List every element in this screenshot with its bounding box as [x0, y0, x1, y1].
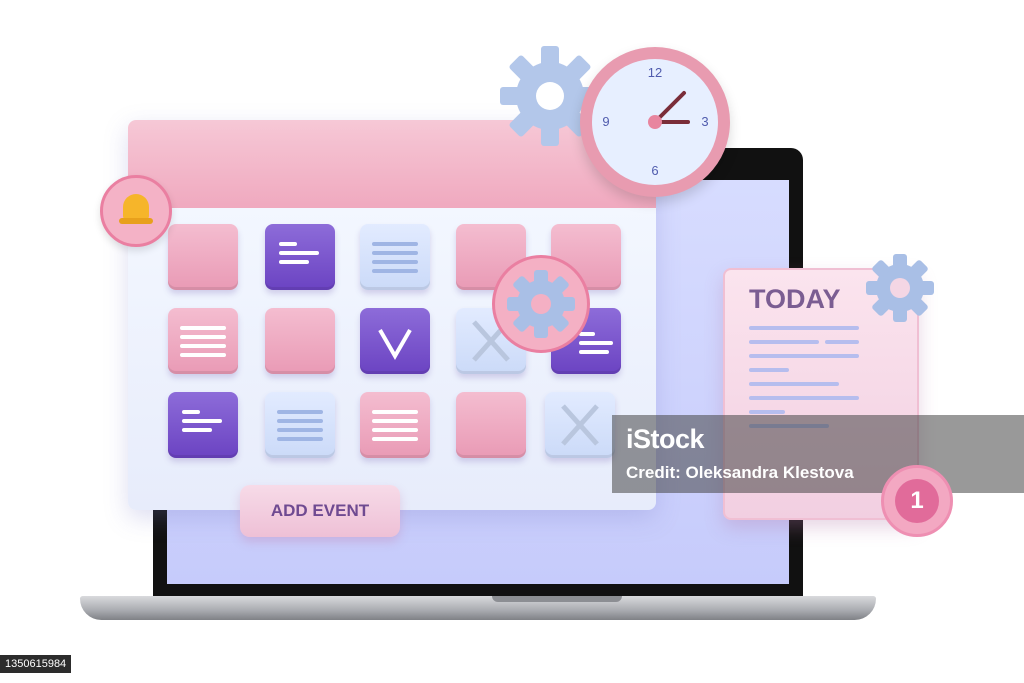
watermark-credit: Credit: Oleksandra Klestova: [626, 463, 854, 482]
calendar-day-tile[interactable]: [265, 308, 335, 374]
notification-count: 1: [895, 479, 939, 523]
today-title: TODAY: [749, 284, 841, 314]
calendar-day-tile[interactable]: [168, 224, 238, 290]
gear-icon: [507, 270, 575, 338]
note-line: [749, 368, 789, 372]
calendar-day-tile[interactable]: [456, 392, 526, 458]
stock-id-label: 1350615984: [0, 655, 72, 673]
laptop-base: [80, 596, 876, 620]
text-lines-icon: [372, 242, 418, 278]
add-event-button[interactable]: ADD EVENT: [240, 485, 400, 537]
text-lines-icon: [182, 410, 222, 437]
text-lines-icon: [579, 332, 613, 359]
calendar-cancel-tile[interactable]: [545, 392, 615, 458]
x-icon: [561, 404, 599, 446]
settings-badge[interactable]: [492, 255, 590, 353]
text-lines-icon: [372, 410, 418, 446]
clock-face: 12 3 6 9: [592, 59, 718, 185]
calendar-event-tile[interactable]: [168, 308, 238, 374]
note-line: [749, 340, 819, 344]
laptop-notch: [492, 596, 622, 602]
notification-count-badge[interactable]: 1: [881, 465, 953, 537]
calendar-event-tile[interactable]: [360, 392, 430, 458]
watermark-banner: iStock Credit: Oleksandra Klestova: [612, 415, 1024, 493]
note-line: [749, 396, 859, 400]
calendar-grid: [128, 208, 656, 510]
notification-bell[interactable]: [100, 175, 172, 247]
note-line: [749, 410, 785, 414]
gear-icon: [866, 254, 934, 322]
bell-icon: [119, 192, 153, 230]
check-icon: [378, 329, 412, 361]
calendar-event-tile[interactable]: [265, 224, 335, 290]
clock-hands: [648, 91, 690, 129]
text-lines-icon: [279, 242, 319, 269]
calendar-event-tile[interactable]: [360, 224, 430, 290]
watermark-brand: iStock: [626, 424, 705, 454]
clock-icon: 12 3 6 9: [580, 47, 730, 197]
note-line: [825, 340, 859, 344]
note-line: [749, 382, 839, 386]
note-line: [749, 354, 859, 358]
text-lines-icon: [180, 326, 226, 362]
note-line: [749, 326, 859, 330]
calendar-event-tile[interactable]: [265, 392, 335, 458]
text-lines-icon: [277, 410, 323, 446]
calendar-event-tile[interactable]: [168, 392, 238, 458]
calendar-done-tile[interactable]: [360, 308, 430, 374]
